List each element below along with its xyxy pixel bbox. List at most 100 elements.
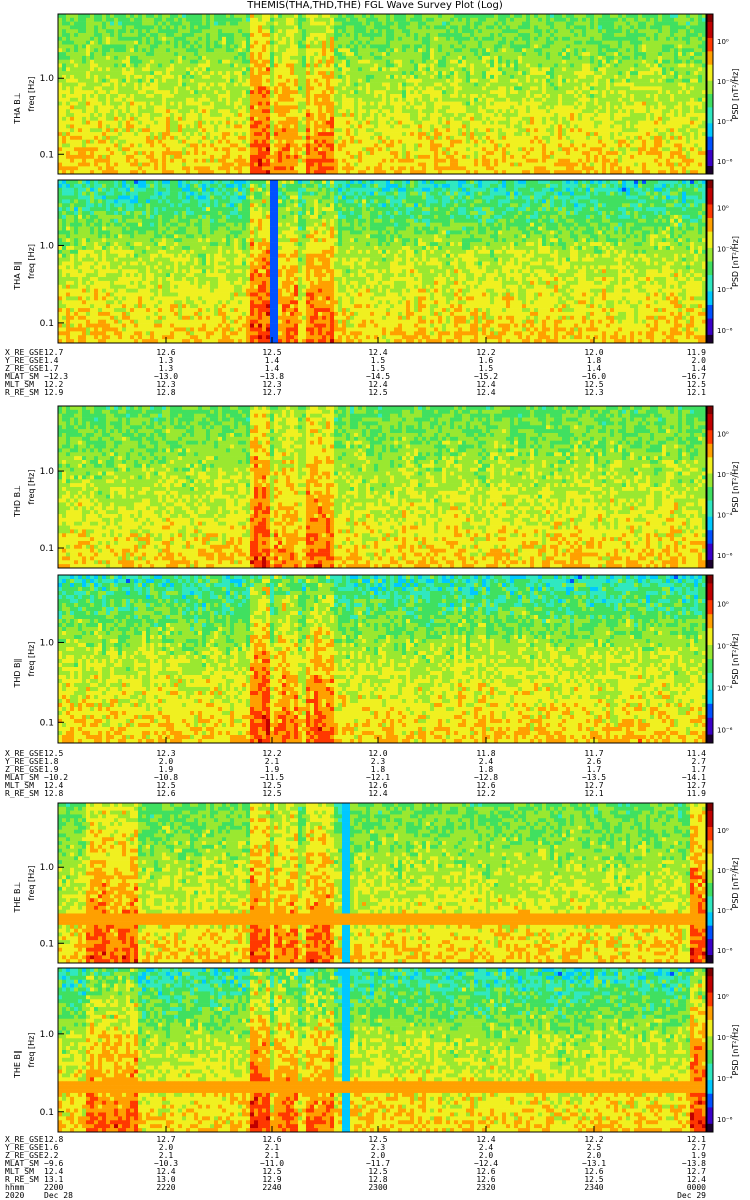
spectrogram-cell — [530, 22, 534, 26]
spectrogram-cell — [690, 25, 694, 29]
spectrogram-cell — [518, 18, 522, 22]
spectrogram-cell — [602, 22, 606, 26]
spectrogram-cell — [346, 18, 350, 22]
spectrogram-cell — [350, 22, 354, 26]
spectrogram-cell — [610, 14, 614, 18]
spectrogram-cell — [570, 18, 574, 22]
spectrogram-cell — [322, 14, 326, 18]
spectrogram-cell — [310, 29, 314, 33]
spectrogram-cell — [414, 22, 418, 26]
spectrogram-cell — [378, 29, 382, 33]
spectrogram-cell — [406, 29, 410, 33]
spectrogram-cell — [234, 22, 238, 26]
spectrogram-cell — [342, 25, 346, 29]
spectrogram-cell — [234, 29, 238, 33]
spectrogram-cell — [538, 29, 542, 33]
spectrogram-cell — [594, 22, 598, 26]
spectrogram-cell — [266, 14, 270, 18]
spectrogram-cell — [190, 29, 194, 33]
spectrogram-cell — [590, 14, 594, 18]
spectrogram-cell — [170, 29, 174, 33]
spectrogram-cell — [418, 29, 422, 33]
spectrogram-cell — [406, 14, 410, 18]
spectrogram-cell — [162, 22, 166, 26]
spectrogram-cell — [470, 14, 474, 18]
spectrogram-cell — [658, 25, 662, 29]
spectrogram-cell — [222, 22, 226, 26]
spectrogram-cell — [194, 22, 198, 26]
spectrogram-cell — [90, 18, 94, 22]
spectrogram-cell — [270, 18, 274, 22]
spectrogram-cell — [154, 22, 158, 26]
spectrogram-cell — [298, 29, 302, 33]
spectrogram-cell — [546, 29, 550, 33]
spectrogram-cell — [62, 25, 66, 29]
spectrogram-cell — [374, 25, 378, 29]
spectrogram-cell — [646, 22, 650, 26]
spectrogram-cell — [690, 18, 694, 22]
spectrogram-cell — [574, 14, 578, 18]
spectrogram-cell — [186, 25, 190, 29]
spectrogram-cell — [482, 29, 486, 33]
spectrogram-cell — [226, 25, 230, 29]
spectrogram-cell — [538, 25, 542, 29]
spectrogram-cell — [494, 22, 498, 26]
spectrogram-cell — [462, 18, 466, 22]
spectrogram-cell — [426, 14, 430, 18]
spectrogram-cell — [242, 29, 246, 33]
spectrogram-cell — [174, 25, 178, 29]
spectrogram-cell — [178, 18, 182, 22]
spectrogram-cell — [490, 29, 494, 33]
spectrogram-cell — [254, 14, 258, 18]
spectrogram-cell — [518, 29, 522, 33]
spectrogram-cell — [590, 25, 594, 29]
spectrogram-cell — [534, 29, 538, 33]
spectrogram-cell — [306, 25, 310, 29]
spectrogram-cell — [402, 25, 406, 29]
spectrogram-cell — [338, 22, 342, 26]
spectrogram-cell — [134, 25, 138, 29]
spectrogram-cell — [474, 18, 478, 22]
spectrogram-cell — [446, 18, 450, 22]
spectrogram-cell — [294, 25, 298, 29]
spectrogram-cell — [670, 18, 674, 22]
spectrogram-cell — [126, 25, 130, 29]
spectrogram-cell — [634, 14, 638, 18]
spectrogram-cell — [634, 25, 638, 29]
spectrogram-cell — [522, 18, 526, 22]
spectrogram-cell — [262, 18, 266, 22]
spectrogram-cell — [362, 29, 366, 33]
spectrogram-cell — [166, 29, 170, 33]
spectrogram-cell — [178, 22, 182, 26]
spectrogram-cell — [326, 25, 330, 29]
spectrogram-cell — [146, 14, 150, 18]
spectrogram-cell — [410, 14, 414, 18]
spectrogram-cell — [86, 25, 90, 29]
spectrogram-cell — [462, 14, 466, 18]
spectrogram-cell — [222, 29, 226, 33]
spectrogram-cell — [510, 18, 514, 22]
spectrogram-cell — [66, 14, 70, 18]
spectrogram-cell — [526, 22, 530, 26]
spectrogram-cell — [354, 25, 358, 29]
spectrogram-cell — [342, 18, 346, 22]
spectrogram-cell — [594, 29, 598, 33]
spectrogram-cell — [418, 22, 422, 26]
spectrogram-cell — [330, 14, 334, 18]
spectrogram-cell — [206, 25, 210, 29]
spectrogram-cell — [382, 22, 386, 26]
spectrogram-cell — [70, 29, 74, 33]
spectrogram-cell — [458, 22, 462, 26]
spectrogram-cell — [642, 14, 646, 18]
spectrogram-cell — [210, 18, 214, 22]
spectrogram-cell — [382, 25, 386, 29]
spectrogram-cell — [114, 29, 118, 33]
spectrogram-cell — [362, 18, 366, 22]
spectrogram-cell — [566, 25, 570, 29]
spectrogram-cell — [430, 14, 434, 18]
spectrogram-cell — [474, 25, 478, 29]
spectrogram-cell — [166, 25, 170, 29]
spectrogram-cell — [302, 25, 306, 29]
spectrogram-cell — [214, 18, 218, 22]
spectrogram-cell — [190, 22, 194, 26]
